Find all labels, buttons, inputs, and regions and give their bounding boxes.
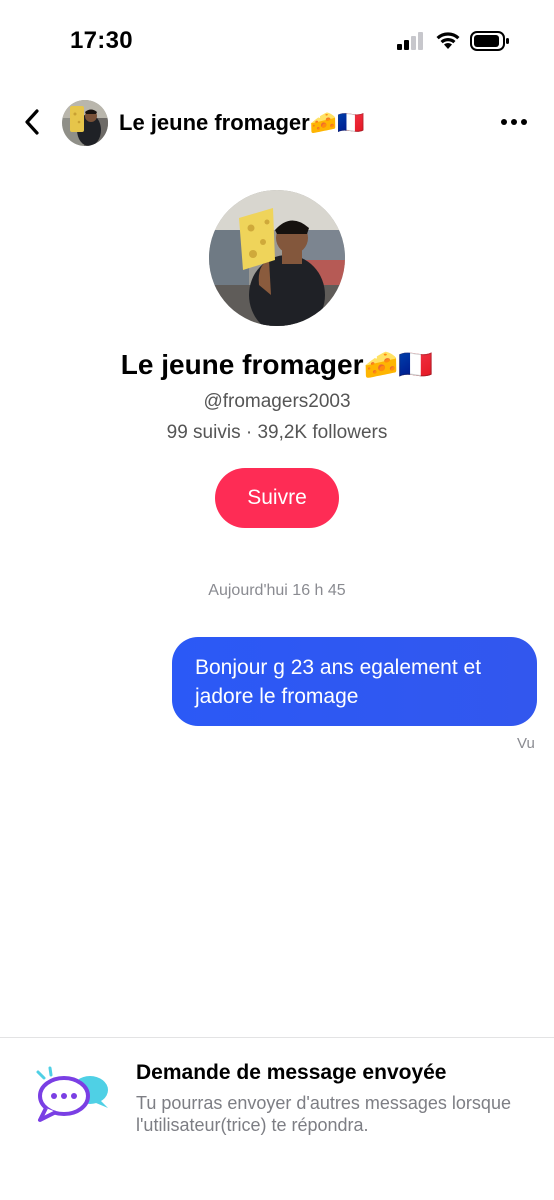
chat-screen: 17:30 Le jeune fromager🧀🇫🇷 Le jeune from…	[0, 0, 554, 1200]
sent-message-bubble[interactable]: Bonjour g 23 ans egalement et jadore le …	[172, 637, 537, 726]
profile-stats: 99 suivis · 39,2K followers	[166, 422, 388, 443]
wifi-icon	[436, 32, 460, 49]
more-options-button[interactable]	[496, 108, 532, 136]
header-title[interactable]: Le jeune fromager🧀🇫🇷	[119, 110, 365, 136]
avatar-photo	[62, 100, 108, 146]
ellipsis-icon	[501, 119, 507, 125]
back-button[interactable]	[16, 106, 48, 138]
chat-header: Le jeune fromager🧀🇫🇷	[0, 96, 554, 152]
chevron-left-icon	[25, 109, 39, 135]
follow-button[interactable]: Suivre	[215, 468, 339, 528]
profile-handle: @fromagers2003	[203, 391, 351, 412]
header-avatar[interactable]	[62, 100, 108, 146]
status-bar: 17:30	[0, 0, 554, 84]
message-timestamp: Aujourd'hui 16 h 45	[208, 582, 346, 599]
divider	[0, 1037, 554, 1038]
battery-icon	[470, 31, 509, 51]
profile-avatar[interactable]	[209, 190, 345, 326]
cellular-signal-icon	[397, 32, 423, 50]
status-time: 17:30	[70, 27, 133, 54]
seen-status: Vu	[517, 735, 535, 752]
profile-photo	[209, 190, 345, 326]
message-request-icon	[36, 1066, 108, 1122]
notice-body: Tu pourras envoyer d'autres messages lor…	[136, 1093, 511, 1135]
profile-name: Le jeune fromager🧀🇫🇷	[120, 349, 434, 380]
notice-title: Demande de message envoyée	[136, 1061, 447, 1084]
